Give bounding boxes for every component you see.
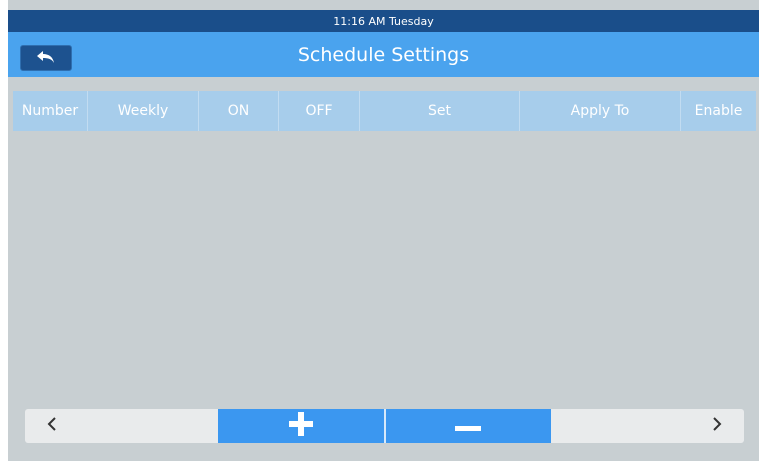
chevron-right-icon (712, 416, 722, 436)
previous-page-button[interactable] (25, 409, 218, 443)
remove-schedule-button[interactable] (385, 409, 552, 443)
pager-bar (25, 409, 744, 443)
next-page-button[interactable] (551, 409, 744, 443)
chevron-left-icon (47, 416, 57, 436)
title-bar: Schedule Settings (8, 32, 759, 77)
column-header-apply-to: Apply To (520, 91, 681, 131)
column-header-number: Number (13, 91, 88, 131)
column-header-enable: Enable (694, 103, 743, 119)
screen: 11:16 AM Tuesday Schedule Settings Numbe… (8, 0, 759, 461)
add-schedule-button[interactable] (217, 409, 384, 443)
schedule-table-body (13, 131, 756, 399)
back-arrow-icon (35, 49, 57, 68)
column-header-weekly: Weekly (88, 91, 199, 131)
back-button[interactable] (20, 45, 72, 71)
minus-icon (455, 417, 482, 436)
column-header-on: ON (199, 91, 279, 131)
table-header: Number Weekly ON OFF Set Apply To Enable (13, 91, 756, 131)
page-title: Schedule Settings (297, 43, 470, 66)
status-time: 11:16 AM Tuesday (333, 14, 434, 28)
column-header-off: OFF (279, 91, 360, 131)
column-header-set: Set (360, 91, 520, 131)
plus-icon (288, 412, 313, 440)
status-bar: 11:16 AM Tuesday (8, 10, 759, 32)
